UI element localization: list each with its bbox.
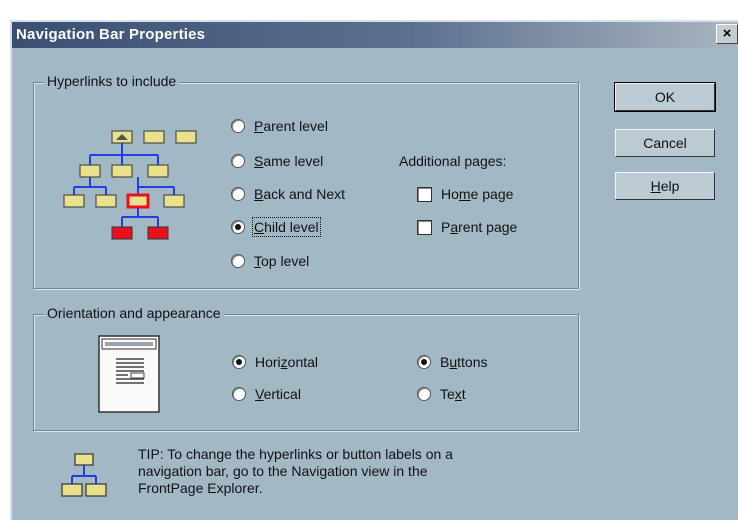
tip-line: navigation bar, go to the Navigation vie…	[138, 463, 428, 479]
orientation-group: Orientation and appearance Horizontal Ve…	[33, 305, 579, 431]
tip-line: FrontPage Explorer.	[138, 480, 263, 496]
radio-indicator	[231, 220, 245, 234]
radio-label: Parent level	[254, 118, 328, 134]
radio-indicator	[417, 355, 431, 369]
radio-indicator	[232, 387, 246, 401]
hyperlinks-legend: Hyperlinks to include	[44, 73, 180, 89]
checkbox-label: Parent page	[441, 219, 518, 235]
radio-label: Text	[440, 386, 466, 402]
radio-top-level[interactable]: Top level	[231, 251, 309, 271]
radio-label: Same level	[254, 153, 324, 169]
radio-horizontal[interactable]: Horizontal	[232, 352, 318, 372]
radio-child-level[interactable]: Child level	[231, 217, 321, 237]
radio-label: Back and Next	[254, 186, 346, 202]
radio-indicator	[232, 355, 246, 369]
checkbox-label: Home page	[441, 186, 514, 202]
navigation-bar-properties-dialog: Navigation Bar Properties × Hyperlinks t…	[10, 20, 738, 520]
checkbox-indicator	[417, 186, 432, 202]
radio-vertical[interactable]: Vertical	[232, 384, 301, 404]
radio-label: Horizontal	[255, 354, 319, 370]
radio-parent-level[interactable]: Parent level	[231, 116, 328, 136]
title-bar[interactable]: Navigation Bar Properties ×	[12, 22, 738, 48]
cancel-button[interactable]: Cancel	[615, 129, 715, 157]
radio-indicator	[231, 154, 245, 168]
help-button[interactable]: Help	[615, 172, 715, 200]
radio-label: Top level	[254, 253, 310, 269]
hyperlinks-group: Hyperlinks to include Parent level Same …	[33, 73, 579, 289]
tip-line: TIP: To change the hyperlinks or button …	[138, 446, 453, 462]
tip-text: TIP: To change the hyperlinks or button …	[138, 446, 453, 497]
radio-indicator	[231, 187, 245, 201]
radio-indicator	[231, 254, 245, 268]
radio-label: Child level	[252, 217, 321, 237]
radio-label: Vertical	[255, 386, 301, 402]
site-structure-icon	[61, 453, 107, 497]
radio-back-and-next[interactable]: Back and Next	[231, 184, 345, 204]
dialog-title: Navigation Bar Properties	[16, 26, 206, 43]
additional-pages-label: Additional pages:	[399, 153, 507, 169]
page-layout-icon	[98, 335, 160, 413]
radio-indicator	[231, 119, 245, 133]
radio-text[interactable]: Text	[417, 384, 466, 404]
radio-indicator	[417, 387, 431, 401]
checkbox-home-page[interactable]: Home page	[417, 184, 513, 204]
radio-label: Buttons	[440, 354, 488, 370]
orientation-legend: Orientation and appearance	[44, 305, 224, 321]
radio-same-level[interactable]: Same level	[231, 151, 323, 171]
navigation-tree-diagram-icon	[63, 130, 197, 240]
radio-buttons[interactable]: Buttons	[417, 352, 488, 372]
checkbox-parent-page[interactable]: Parent page	[417, 217, 517, 237]
close-icon[interactable]: ×	[716, 24, 738, 44]
checkbox-indicator	[417, 219, 432, 235]
ok-button[interactable]: OK	[614, 82, 716, 112]
